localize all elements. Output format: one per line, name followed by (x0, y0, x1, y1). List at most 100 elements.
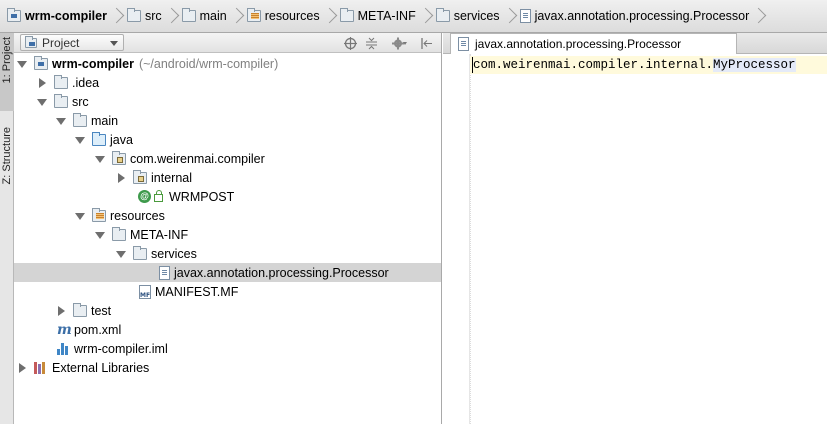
tree-item-services[interactable]: services (14, 244, 441, 263)
project-tool-window-tab[interactable]: 1: Project (0, 33, 14, 111)
expand-arrow-icon[interactable] (36, 77, 48, 89)
scroll-from-source-icon[interactable] (342, 35, 358, 51)
collapse-all-icon[interactable] (363, 35, 379, 51)
project-tab-label: 1: Project (1, 37, 13, 84)
tree-item-src[interactable]: src (14, 92, 441, 111)
folder-icon (73, 302, 87, 317)
breadcrumb-label: wrm-compiler (25, 9, 107, 23)
expand-arrow-icon[interactable] (115, 248, 127, 260)
gutter-divider (470, 54, 471, 424)
libraries-icon (34, 361, 48, 374)
module-folder-icon (34, 55, 48, 70)
editor-gutter (443, 54, 470, 424)
tree-item-resources[interactable]: resources (14, 206, 441, 225)
tree-item-label: External Libraries (52, 360, 150, 375)
breadcrumb-main[interactable]: main (179, 0, 229, 32)
folder-icon (133, 245, 147, 260)
project-view-label: Project (42, 35, 80, 50)
folder-icon (54, 93, 68, 108)
breadcrumb-separator (113, 0, 121, 32)
breadcrumb-wrm-compiler[interactable]: wrm-compiler (4, 0, 109, 32)
tree-item-label: test (91, 303, 112, 318)
tool-window-stripe: 1: Project Z: Structure (0, 33, 14, 424)
tree-item-wrm-compiler[interactable]: wrm-compiler (~/android/wrm-compiler) (14, 54, 441, 73)
tree-item-wrmpost[interactable]: @ WRMPOST (14, 187, 441, 206)
tree-item-label: java (110, 132, 133, 147)
editor-tab-processor[interactable]: javax.annotation.processing.Processor (450, 33, 737, 54)
tree-item-label: META-INF (130, 227, 189, 242)
breadcrumb-separator (326, 0, 334, 32)
tree-item-label: src (72, 94, 89, 109)
tree-item-label: WRMPOST (169, 189, 235, 204)
breadcrumb-meta-inf[interactable]: META-INF (337, 0, 418, 32)
tree-item-external-libraries[interactable]: External Libraries (14, 358, 441, 377)
tree-item-manifest[interactable]: MF MANIFEST.MF (14, 282, 441, 301)
breadcrumb-separator (422, 0, 430, 32)
tree-item-label: MANIFEST.MF (155, 284, 239, 299)
code-highlight: MyProcessor (713, 58, 796, 72)
expand-arrow-icon[interactable] (16, 58, 28, 70)
hide-panel-icon[interactable] (418, 35, 434, 51)
package-icon (112, 150, 126, 165)
structure-tab-label: Z: Structure (1, 127, 13, 185)
expand-arrow-icon[interactable] (115, 172, 127, 184)
tree-item-package[interactable]: com.weirenmai.compiler (14, 149, 441, 168)
breadcrumb-services[interactable]: services (433, 0, 502, 32)
tree-item-pom[interactable]: m pom.xml (14, 320, 441, 339)
tree-item-main[interactable]: main (14, 111, 441, 130)
tree-item-label: resources (110, 208, 165, 223)
annotation-type-icon: @ (138, 190, 151, 203)
breadcrumb-separator (168, 0, 176, 32)
breadcrumb-processor-file[interactable]: javax.annotation.processing.Processor (517, 0, 752, 32)
file-icon (519, 9, 531, 23)
tree-item-java[interactable]: java (14, 130, 441, 149)
tree-item-idea[interactable]: .idea (14, 73, 441, 92)
breadcrumb-label: src (144, 9, 162, 23)
tree-item-label: javax.annotation.processing.Processor (174, 265, 389, 280)
resources-folder-icon (246, 8, 261, 22)
expand-arrow-icon[interactable] (74, 134, 86, 146)
breadcrumb-resources[interactable]: resources (244, 0, 322, 32)
structure-tool-window-tab[interactable]: Z: Structure (0, 123, 14, 243)
source-folder-icon (92, 131, 106, 146)
breadcrumb-label: services (453, 9, 500, 23)
breadcrumb-label: resources (264, 9, 320, 23)
tree-item-label: wrm-compiler (52, 56, 134, 71)
expand-arrow-icon[interactable] (36, 96, 48, 108)
tree-item-path: (~/android/wrm-compiler) (138, 56, 279, 71)
project-view-icon (25, 35, 37, 48)
tree-item-processor-file[interactable]: javax.annotation.processing.Processor (14, 263, 441, 282)
folder-icon (54, 74, 68, 89)
expand-arrow-icon[interactable] (55, 115, 67, 127)
project-view-select[interactable]: Project (20, 34, 124, 51)
text-caret (472, 57, 473, 73)
tree-item-label: .idea (72, 75, 100, 90)
manifest-file-icon: MF (139, 284, 151, 299)
folder-icon (339, 8, 354, 22)
tree-item-meta-inf[interactable]: META-INF (14, 225, 441, 244)
module-file-icon (57, 342, 70, 355)
expand-arrow-icon[interactable] (16, 362, 28, 374)
tree-item-iml[interactable]: wrm-compiler.iml (14, 339, 441, 358)
code-line-1[interactable]: com.weirenmai.compiler.internal. MyProces… (470, 56, 827, 74)
folder-icon (126, 8, 141, 22)
expand-arrow-icon[interactable] (74, 210, 86, 222)
tree-item-label: pom.xml (74, 322, 122, 337)
project-panel: Project wrm-compiler (~/android/wrm-comp… (14, 33, 442, 424)
editor-tab-bar: javax.annotation.processing.Processor (443, 33, 827, 54)
tree-item-internal[interactable]: internal (14, 168, 441, 187)
breadcrumb-separator (755, 0, 763, 32)
expand-arrow-icon[interactable] (55, 305, 67, 317)
editor-area: javax.annotation.processing.Processor co… (443, 33, 827, 424)
breadcrumb-src[interactable]: src (124, 0, 164, 32)
expand-arrow-icon[interactable] (94, 229, 106, 241)
expand-arrow-icon[interactable] (94, 153, 106, 165)
resources-folder-icon (92, 207, 106, 222)
tree-item-label: internal (151, 170, 192, 185)
tree-item-test[interactable]: test (14, 301, 441, 320)
breadcrumb-separator (506, 0, 514, 32)
gear-icon[interactable] (392, 35, 408, 51)
maven-icon: m (57, 321, 72, 338)
package-icon (133, 169, 147, 184)
lock-icon (154, 190, 163, 202)
